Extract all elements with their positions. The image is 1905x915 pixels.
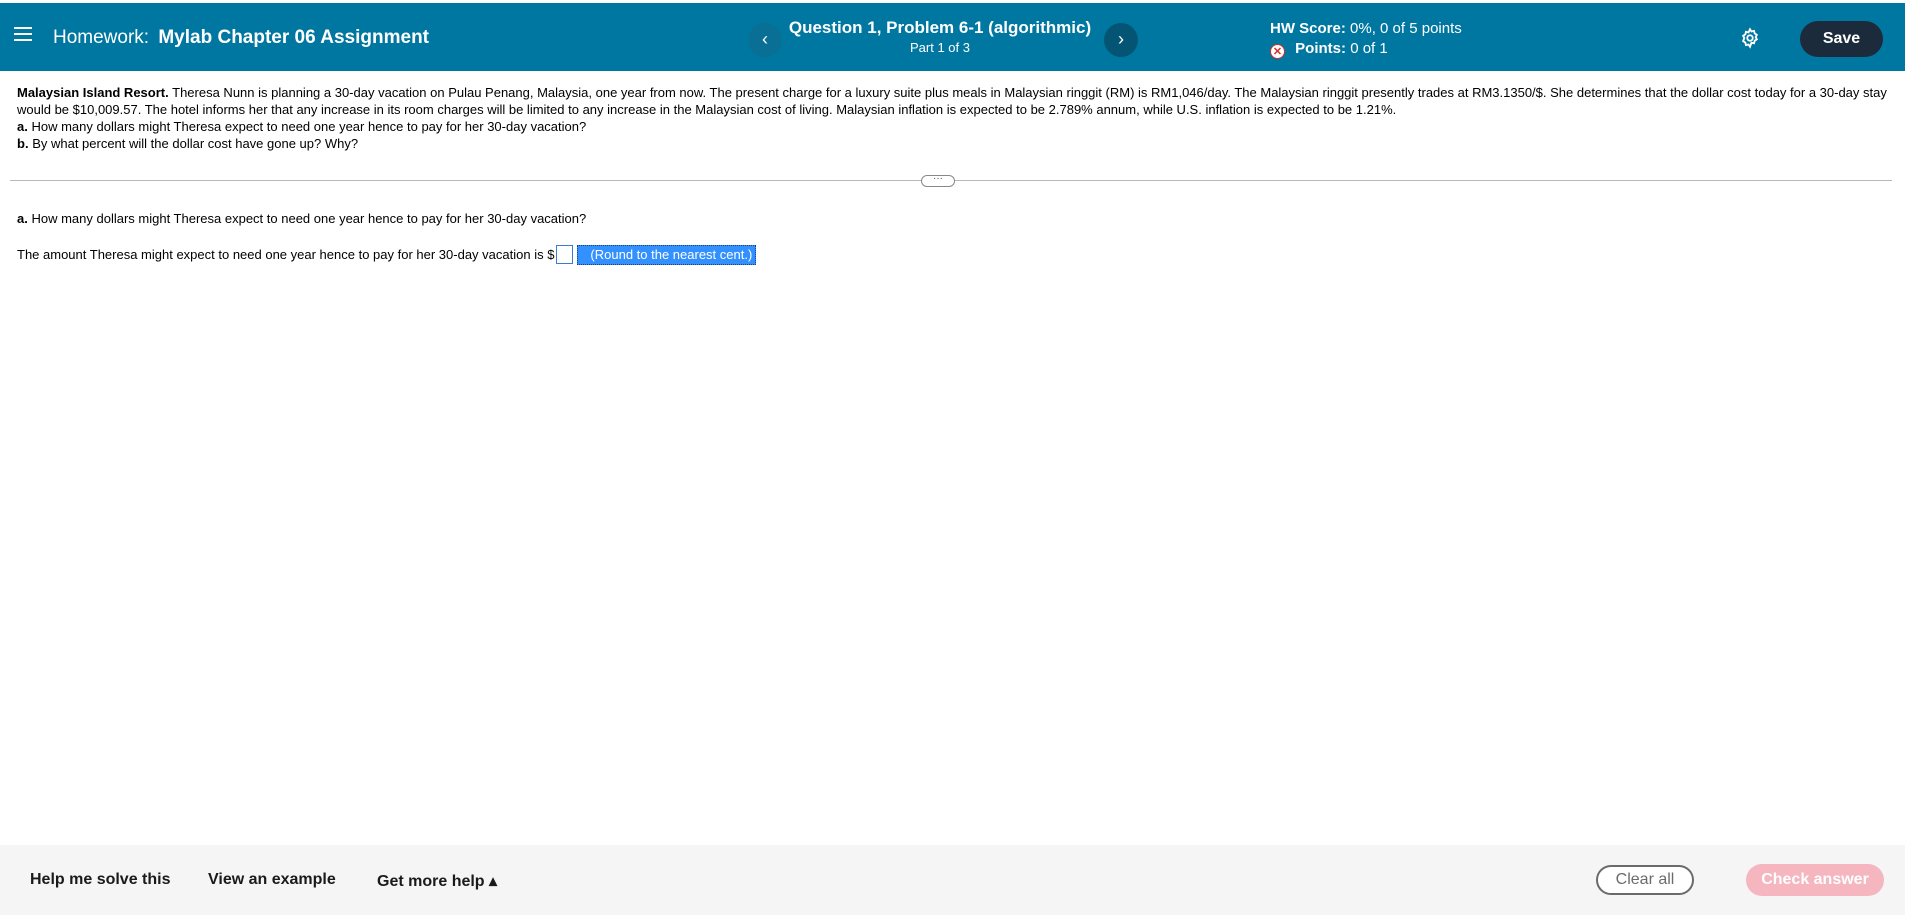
points-label: Points:: [1295, 40, 1347, 57]
part-a-question-text: How many dollars might Theresa expect to…: [31, 211, 587, 226]
points: ✕ Points: 0 of 1: [1270, 40, 1388, 59]
problem-text: Theresa Nunn is planning a 30-day vacati…: [17, 85, 1887, 117]
view-an-example-button[interactable]: View an example: [208, 871, 336, 889]
problem-statement: Malaysian Island Resort. Theresa Nunn is…: [17, 84, 1887, 152]
next-question-button[interactable]: ›: [1104, 23, 1138, 57]
hw-score-value: 0%, 0 of 5 points: [1350, 20, 1462, 37]
part-b-text: By what percent will the dollar cost hav…: [32, 136, 359, 151]
top-bar: Homework: Mylab Chapter 06 Assignment ‹ …: [0, 3, 1905, 71]
answer-prefix: The amount Theresa might expect to need …: [17, 247, 555, 262]
problem-part-a: a. How many dollars might Theresa expect…: [17, 118, 1887, 135]
part-a-label: a.: [17, 119, 28, 134]
hw-score-label: HW Score:: [1270, 20, 1346, 37]
homework-prefix: Homework:: [53, 27, 150, 48]
get-more-help-button[interactable]: Get more help ▴: [377, 871, 497, 891]
answer-input[interactable]: [556, 245, 574, 264]
hamburger-menu-icon[interactable]: [14, 27, 32, 45]
question-title: Question 1, Problem 6-1 (algorithmic): [788, 18, 1092, 37]
clear-all-button[interactable]: Clear all: [1596, 865, 1694, 895]
answer-line: The amount Theresa might expect to need …: [17, 245, 757, 265]
check-answer-button[interactable]: Check answer: [1746, 864, 1884, 896]
assignment-name: Mylab Chapter 06 Assignment: [158, 27, 429, 48]
divider-drag-handle[interactable]: ···: [921, 174, 955, 187]
footer-bar: Help me solve this View an example Get m…: [0, 845, 1905, 915]
homework-title: Homework: Mylab Chapter 06 Assignment: [53, 27, 429, 49]
save-button[interactable]: Save: [1800, 21, 1883, 57]
incorrect-x-icon: ✕: [1270, 44, 1285, 59]
problem-title: Malaysian Island Resort.: [17, 85, 169, 100]
part-b-label: b.: [17, 136, 29, 151]
hw-score: HW Score: 0%, 0 of 5 points: [1270, 20, 1462, 37]
problem-paragraph: Malaysian Island Resort. Theresa Nunn is…: [17, 84, 1887, 118]
part-a-text: How many dollars might Theresa expect to…: [31, 119, 587, 134]
points-value: 0 of 1: [1350, 40, 1388, 57]
help-me-solve-this-button[interactable]: Help me solve this: [30, 871, 171, 889]
problem-part-b: b. By what percent will the dollar cost …: [17, 135, 1887, 152]
part-a-question: a. How many dollars might Theresa expect…: [17, 211, 586, 226]
part-indicator: Part 1 of 3: [910, 40, 970, 55]
settings-gear-icon[interactable]: [1739, 27, 1761, 49]
part-a-question-label: a.: [17, 211, 28, 226]
rounding-hint: (Round to the nearest cent.): [577, 245, 757, 265]
